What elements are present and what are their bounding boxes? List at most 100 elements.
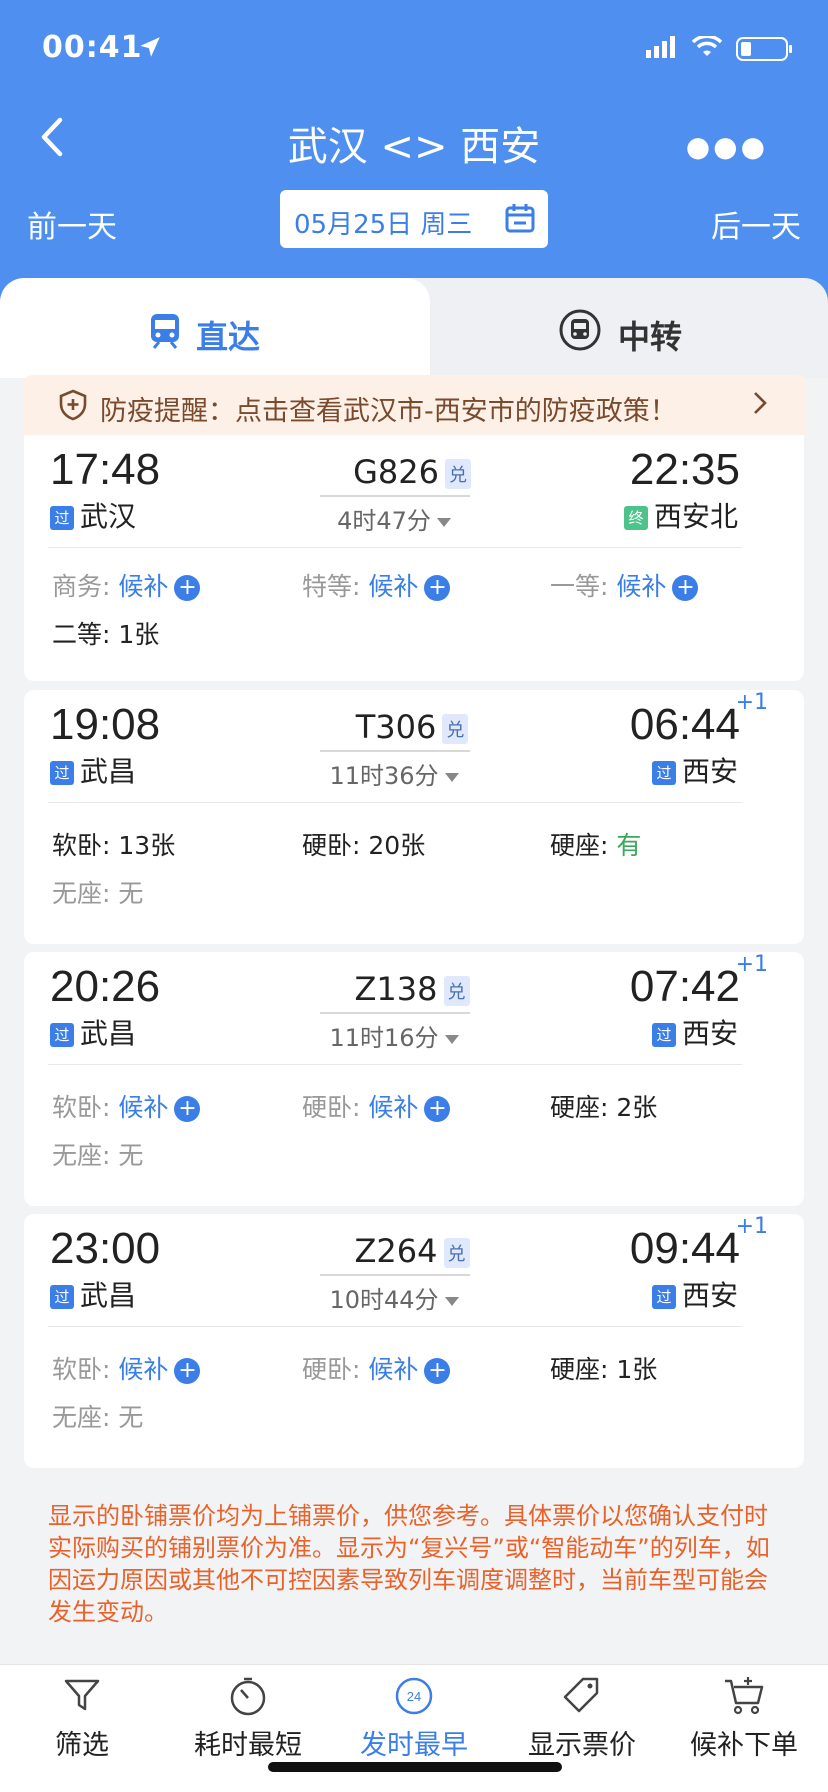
waitlist-order-button[interactable]: 候补下单 bbox=[664, 1675, 824, 1762]
from-station: 过武昌 bbox=[50, 1012, 136, 1052]
seat-standing[interactable]: 无座: 无 bbox=[52, 874, 143, 910]
seat-type: 商务: bbox=[52, 572, 111, 601]
earliest-departure-button[interactable]: 24 发时最早 bbox=[334, 1675, 494, 1762]
to-station-name: 西安 bbox=[681, 755, 738, 788]
seat-soft-sleeper[interactable]: 软卧: 候补 + bbox=[52, 1350, 201, 1386]
seat-type: 硬卧: bbox=[302, 1093, 361, 1122]
filter-button[interactable]: 筛选 bbox=[2, 1675, 162, 1762]
redeem-badge: 兑 bbox=[443, 976, 470, 1006]
epidemic-notice[interactable]: 防疫提醒：点击查看武汉市-西安市的防疫政策！ bbox=[24, 375, 806, 435]
show-price-label: 显示票价 bbox=[528, 1730, 636, 1761]
to-station: 过西安 bbox=[651, 1012, 738, 1052]
duration[interactable]: 10时44分 bbox=[314, 1280, 474, 1315]
pass-badge: 过 bbox=[651, 1285, 676, 1309]
home-indicator[interactable] bbox=[268, 1762, 562, 1772]
redeem-badge: 兑 bbox=[442, 714, 469, 744]
battery-icon bbox=[736, 37, 792, 61]
seat-hard-seat[interactable]: 硬座: 有 bbox=[550, 826, 641, 862]
train-code-divider bbox=[320, 1012, 470, 1014]
seat-type: 软卧: bbox=[52, 831, 111, 860]
seat-type: 一等: bbox=[550, 572, 609, 601]
add-waitlist-icon: + bbox=[174, 1358, 201, 1384]
train-code[interactable]: Z264 兑 bbox=[332, 1232, 492, 1270]
add-waitlist-icon: + bbox=[174, 575, 201, 601]
shield-plus-icon bbox=[58, 389, 88, 425]
arrival-time: 09:44 bbox=[629, 1224, 740, 1273]
seat-hard-sleeper[interactable]: 硬卧: 20张 bbox=[302, 826, 425, 862]
duration-text: 11时16分 bbox=[329, 1024, 439, 1052]
add-waitlist-icon: + bbox=[424, 1096, 451, 1122]
duration[interactable]: 11时36分 bbox=[314, 756, 474, 791]
train-code-text: Z264 bbox=[354, 1232, 438, 1270]
clock-24-icon: 24 bbox=[334, 1675, 494, 1719]
from-station-name: 武昌 bbox=[80, 1279, 137, 1312]
duration-text: 10时44分 bbox=[329, 1286, 439, 1314]
train-code-text: G826 bbox=[353, 453, 439, 491]
duration[interactable]: 11时16分 bbox=[314, 1018, 474, 1053]
seat-soft-sleeper[interactable]: 软卧: 候补 + bbox=[52, 1088, 201, 1124]
date-bar: 前一天 05月25日 周三 后一天 bbox=[0, 190, 828, 250]
duration[interactable]: 4时47分 bbox=[314, 501, 474, 536]
train-card[interactable]: 19:08 T306 兑 11时36分 06:44 +1 过武昌 过西安 软卧: … bbox=[24, 690, 804, 944]
more-button[interactable]: ●●● bbox=[686, 130, 768, 163]
seat-second[interactable]: 二等: 1张 bbox=[52, 615, 159, 651]
from-station-name: 武昌 bbox=[80, 1017, 137, 1050]
shortest-duration-button[interactable]: 耗时最短 bbox=[168, 1675, 328, 1762]
train-code-text: T306 bbox=[355, 708, 437, 746]
seat-status: 无 bbox=[118, 1403, 144, 1432]
train-card[interactable]: 17:48 G826 兑 4时47分 22:35 过武汉 终西安北 商务: 候补 +… bbox=[24, 435, 804, 681]
seat-status: 1张 bbox=[616, 1355, 658, 1384]
pass-badge: 过 bbox=[651, 1023, 676, 1047]
seat-status: 2张 bbox=[616, 1093, 658, 1122]
seat-status: 候补 bbox=[118, 572, 169, 601]
seat-first[interactable]: 一等: 候补 + bbox=[550, 567, 699, 603]
train-code[interactable]: Z138 兑 bbox=[332, 970, 492, 1008]
filter-icon bbox=[2, 1675, 162, 1719]
add-waitlist-icon: + bbox=[424, 575, 451, 601]
seat-status: 13张 bbox=[118, 831, 176, 860]
next-day-button[interactable]: 后一天 bbox=[711, 202, 801, 246]
to-station-name: 西安北 bbox=[653, 500, 738, 533]
date-label: 05月25日 周三 bbox=[294, 210, 473, 240]
chevron-right-icon bbox=[752, 389, 768, 424]
departure-time: 23:00 bbox=[50, 1224, 161, 1273]
train-code-divider bbox=[320, 495, 470, 497]
tab-direct[interactable]: 直达 bbox=[0, 278, 430, 378]
train-card[interactable]: 20:26 Z138 兑 11时16分 07:42 +1 过武昌 过西安 软卧: … bbox=[24, 952, 804, 1206]
show-price-button[interactable]: 显示票价 bbox=[502, 1675, 662, 1762]
from-station: 过武昌 bbox=[50, 1274, 136, 1314]
seat-status: 候补 bbox=[616, 572, 667, 601]
seat-type: 无座: bbox=[52, 1403, 111, 1432]
price-footnote: 显示的卧铺票价均为上铺票价，供您参考。具体票价以您确认支付时实际购买的铺别票价为… bbox=[48, 1502, 770, 1626]
tab-transfer-label: 中转 bbox=[618, 318, 683, 356]
seat-type: 硬座: bbox=[550, 1355, 609, 1384]
status-bar: 00:41 bbox=[42, 30, 792, 74]
divider bbox=[48, 1064, 742, 1065]
calendar-icon bbox=[504, 202, 536, 238]
seat-type: 二等: bbox=[52, 620, 111, 649]
seat-hard-sleeper[interactable]: 硬卧: 候补 + bbox=[302, 1350, 451, 1386]
train-code[interactable]: T306 兑 bbox=[332, 708, 492, 746]
seat-business[interactable]: 商务: 候补 + bbox=[52, 567, 201, 603]
shortest-duration-label: 耗时最短 bbox=[194, 1730, 302, 1761]
seat-hard-sleeper[interactable]: 硬卧: 候补 + bbox=[302, 1088, 451, 1124]
location-arrow-icon bbox=[137, 34, 163, 64]
seat-standing[interactable]: 无座: 无 bbox=[52, 1398, 143, 1434]
prev-day-button[interactable]: 前一天 bbox=[27, 202, 117, 246]
signal-icon bbox=[646, 36, 678, 62]
date-picker[interactable]: 05月25日 周三 bbox=[280, 190, 548, 248]
seat-hard-seat[interactable]: 硬座: 1张 bbox=[550, 1350, 657, 1386]
seat-premium[interactable]: 特等: 候补 + bbox=[302, 567, 451, 603]
seat-standing[interactable]: 无座: 无 bbox=[52, 1136, 143, 1172]
tab-transfer[interactable]: 中转 bbox=[400, 278, 828, 378]
svg-text:24: 24 bbox=[407, 1689, 421, 1704]
duration-text: 4时47分 bbox=[337, 507, 431, 535]
to-station: 过西安 bbox=[651, 750, 738, 790]
divider bbox=[48, 547, 742, 548]
terminal-badge: 终 bbox=[623, 506, 648, 530]
seat-soft-sleeper[interactable]: 软卧: 13张 bbox=[52, 826, 175, 862]
seat-hard-seat[interactable]: 硬座: 2张 bbox=[550, 1088, 657, 1124]
train-card[interactable]: 23:00 Z264 兑 10时44分 09:44 +1 过武昌 过西安 软卧: … bbox=[24, 1214, 804, 1468]
train-code[interactable]: G826 兑 bbox=[332, 453, 492, 491]
seat-status: 无 bbox=[118, 1141, 144, 1170]
